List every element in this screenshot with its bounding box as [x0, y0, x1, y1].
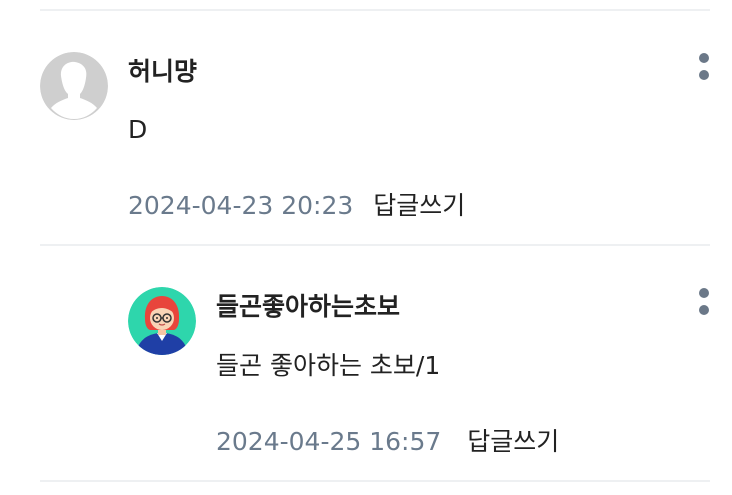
comment-text: D [128, 115, 148, 144]
comment-text: 들곤 좋아하는 초보/1 [216, 351, 441, 380]
comment-meta: 2024-04-25 16:57 답글쓰기 [216, 427, 559, 457]
comment-author[interactable]: 허니먕 [128, 57, 197, 87]
dot [699, 53, 709, 63]
reply-button[interactable]: 답글쓰기 [467, 427, 559, 456]
divider [40, 9, 710, 11]
default-user-icon[interactable] [40, 52, 108, 120]
divider [40, 244, 710, 246]
dot [699, 288, 709, 298]
dot [699, 70, 709, 80]
comment-timestamp: 2024-04-23 20:23 [128, 191, 354, 220]
reply-button[interactable]: 답글쓰기 [373, 191, 465, 220]
comment-list: 허니먕 D 2024-04-23 20:23 답글쓰기 들곤좋아하는초보 들곤 … [0, 0, 732, 495]
comment-timestamp: 2024-04-25 16:57 [216, 427, 442, 456]
divider [40, 480, 710, 482]
more-options-icon[interactable] [694, 50, 714, 86]
comment-meta: 2024-04-23 20:23 답글쓰기 [128, 191, 465, 221]
dot [699, 305, 709, 315]
comment-author[interactable]: 들곤좋아하는초보 [216, 292, 400, 322]
character-avatar-icon[interactable] [128, 287, 196, 355]
more-options-icon[interactable] [694, 285, 714, 321]
